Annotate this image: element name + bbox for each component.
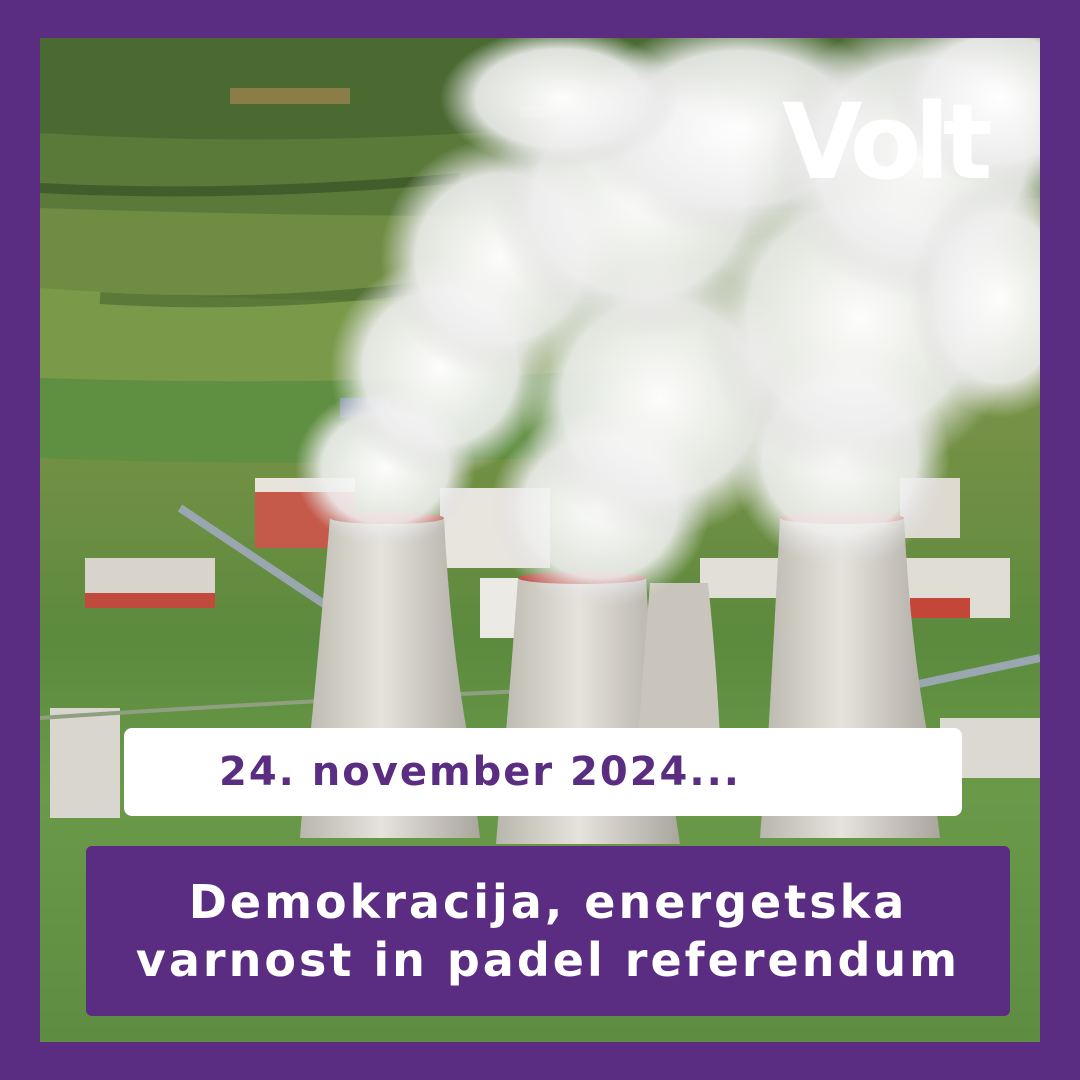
headline-line-1: Demokracija, energetska <box>188 875 908 929</box>
post-frame: Volt 24. november 2024... Demokracija, e… <box>0 0 1080 1080</box>
headline-banner: Demokracija, energetska varnost in padel… <box>86 846 1010 1016</box>
volt-logo: Volt <box>782 81 993 203</box>
date-banner: 24. november 2024... <box>124 728 962 816</box>
event-date: 24. november 2024... <box>219 749 741 795</box>
headline-line-2: varnost in padel referendum <box>135 933 961 987</box>
